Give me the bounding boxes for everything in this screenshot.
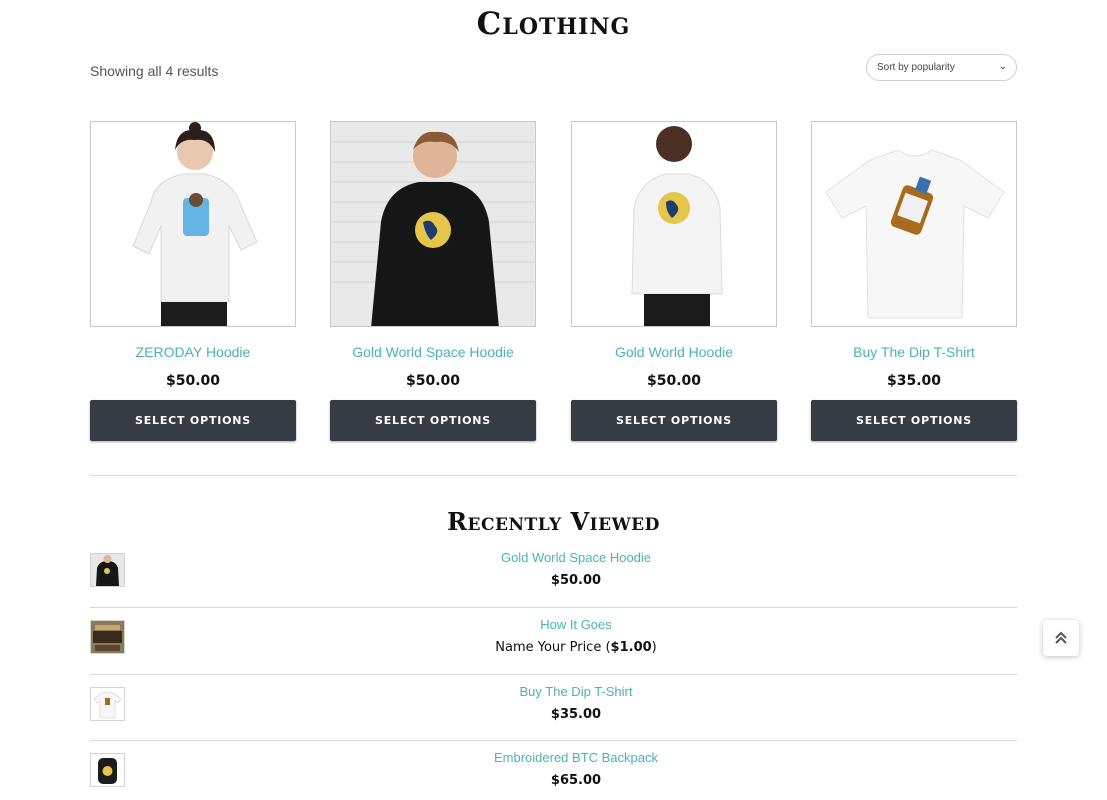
product-price: $50.00 [405,373,461,389]
product-price: $50.00 [165,373,221,389]
product-price: $50.00 [646,373,702,389]
list-divider [90,607,1017,608]
select-options-button[interactable]: SELECT OPTIONS [571,400,777,441]
sort-select-value: Sort by popularity [877,62,955,73]
list-item-name[interactable]: Embroidered BTC Backpack [90,750,1062,765]
list-item: Embroidered BTC Backpack $65.00 [90,745,1017,800]
list-item-price: $65.00 [550,773,602,788]
select-options-button[interactable]: SELECT OPTIONS [330,400,536,441]
list-item-price: Name Your Price ($1.00) [495,640,657,655]
list-item-name[interactable]: Gold World Space Hoodie [90,550,1062,565]
chevron-down-icon: ⌄ [998,61,1007,72]
list-item-price: $50.00 [550,573,602,588]
list-item: Gold World Space Hoodie $50.00 [90,545,1017,611]
list-divider [90,740,1017,741]
select-options-button[interactable]: SELECT OPTIONS [90,400,296,441]
product-image[interactable] [571,121,777,327]
product-name[interactable]: ZERODAY Hoodie [90,344,296,360]
product-image[interactable] [90,121,296,327]
list-item: Buy The Dip T-Shirt $35.00 [90,679,1017,745]
recently-viewed-title: Recently Viewed [447,507,660,536]
product-name[interactable]: Gold World Space Hoodie [330,344,536,360]
list-item-price: $35.00 [550,707,602,722]
scroll-to-top-button[interactable] [1043,620,1079,656]
page-title: Clothing [476,6,631,42]
list-item: How It Goes Name Your Price ($1.00) [90,612,1017,678]
product-name[interactable]: Buy The Dip T-Shirt [811,344,1017,360]
sort-select[interactable]: Sort by popularity ⌄ [866,54,1017,81]
list-divider [90,674,1017,675]
product-card: Gold World Hoodie $50.00 SELECT OPTIONS [571,121,777,441]
list-item-name[interactable]: How It Goes [90,617,1062,632]
product-image[interactable] [330,121,536,327]
product-card: Gold World Space Hoodie $50.00 SELECT OP… [330,121,536,441]
product-grid: ZERODAY Hoodie $50.00 SELECT OPTIONS Gol… [90,121,1017,441]
product-price: $35.00 [886,373,942,389]
product-card: Buy The Dip T-Shirt $35.00 SELECT OPTION… [811,121,1017,441]
product-name[interactable]: Gold World Hoodie [571,344,777,360]
product-image[interactable] [811,121,1017,327]
list-item-name[interactable]: Buy The Dip T-Shirt [90,684,1062,699]
select-options-button[interactable]: SELECT OPTIONS [811,400,1017,441]
result-count: Showing all 4 results [90,63,219,79]
section-divider [90,475,1017,476]
double-chevron-up-icon [1043,631,1079,660]
product-card: ZERODAY Hoodie $50.00 SELECT OPTIONS [90,121,296,441]
